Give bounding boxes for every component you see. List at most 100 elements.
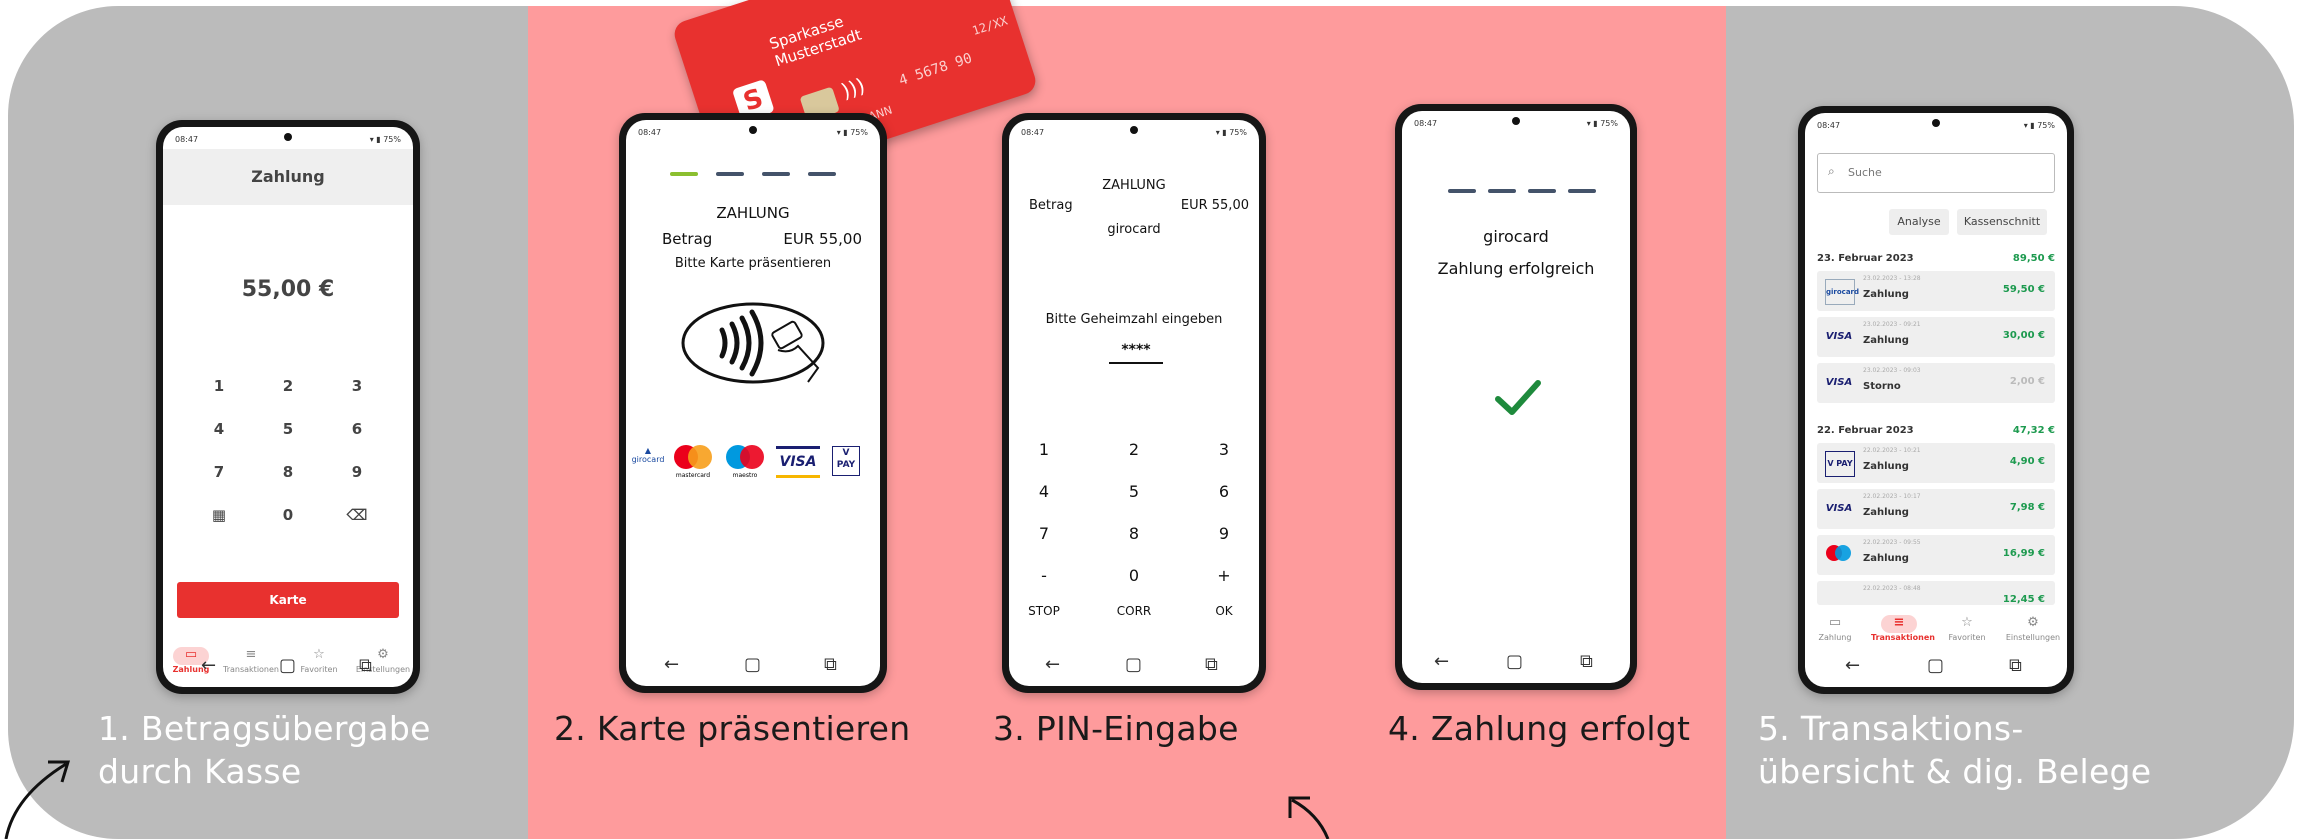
home-icon[interactable]: ▢ (744, 654, 761, 675)
phone-1: 08:47 ▾ ▮ 75% Zahlung 55,00 € 1 2 3 4 5 … (156, 120, 420, 694)
karte-button[interactable]: Karte (177, 582, 399, 618)
key-1[interactable]: 1 (1019, 440, 1069, 459)
search-icon: ⌕ (1828, 164, 1835, 178)
signal-battery-icon: ▾ ▮ 75% (369, 135, 401, 144)
phone-4: 08:47 ▾ ▮ 75% girocard Zahlung erfolgrei… (1395, 104, 1637, 690)
progress-step-1 (1448, 189, 1476, 193)
present-card-instruction: Bitte Karte präsentieren (674, 256, 832, 271)
visa-icon: VISA (1825, 377, 1853, 388)
phone-1-screen: 08:47 ▾ ▮ 75% Zahlung 55,00 € 1 2 3 4 5 … (163, 127, 413, 687)
status-time: 08:47 (638, 128, 662, 137)
stop-button[interactable]: STOP (1019, 604, 1069, 618)
caption-step-4: 4. Zahlung erfolgt (1388, 709, 1691, 748)
backspace-icon[interactable]: ⌫ (337, 506, 377, 524)
home-icon[interactable]: ▢ (279, 655, 296, 676)
status-time: 08:47 (1817, 121, 1841, 130)
status-bar: 08:47 ▾ ▮ 75% (1805, 113, 2067, 135)
camera-icon (1130, 126, 1138, 134)
key-4[interactable]: 4 (1019, 482, 1069, 501)
status-bar: 08:47 ▾ ▮ 75% (163, 127, 413, 149)
transaction-row[interactable]: V PAY 22.02.2023 - 10:21 Zahlung 4,90 € (1817, 443, 2055, 483)
key-5[interactable]: 5 (268, 420, 308, 438)
back-icon[interactable]: ← (1434, 651, 1449, 672)
calculator-icon[interactable]: ▦ (199, 506, 239, 524)
phone-2: 08:47 ▾ ▮ 75% ZAHLUNG Betrag EUR 55,00 B… (619, 113, 887, 693)
home-icon[interactable]: ▢ (1125, 654, 1142, 675)
vpay-icon: V PAY (1825, 451, 1855, 477)
camera-icon (284, 133, 292, 141)
back-icon[interactable]: ← (664, 654, 679, 675)
visa-logo: VISA (776, 446, 820, 478)
checkmark-icon (1495, 380, 1541, 415)
transaction-row[interactable]: VISA 23.02.2023 - 09:21 Zahlung 30,00 € (1817, 317, 2055, 357)
key-8[interactable]: 8 (1109, 524, 1159, 543)
recents-icon[interactable]: ⧉ (824, 654, 837, 675)
signal-battery-icon: ▾ ▮ 75% (836, 128, 868, 137)
key-3[interactable]: 3 (1199, 440, 1249, 459)
key-4[interactable]: 4 (199, 420, 239, 438)
tab-einstellungen[interactable]: ⚙ Einstellungen (2005, 615, 2061, 642)
date-header: 23. Februar 2023 89,50 € (1817, 253, 2055, 264)
key-6[interactable]: 6 (337, 420, 377, 438)
payment-icon: ▭ (1828, 615, 1842, 630)
card-type: girocard (1107, 222, 1161, 237)
transaction-row[interactable]: VISA 23.02.2023 - 09:03 Storno 2,00 € (1817, 363, 2055, 403)
day-total: 47,32 € (2012, 425, 2055, 436)
transaction-row[interactable]: 22.02.2023 - 09:55 Zahlung 16,99 € (1817, 535, 2055, 575)
android-nav-bar: ← ▢ ⧉ (626, 646, 880, 686)
back-icon[interactable]: ← (1845, 655, 1860, 676)
pin-field[interactable]: **** (1109, 342, 1163, 364)
status-bar: 08:47 ▾ ▮ 75% (1402, 111, 1630, 133)
key-6[interactable]: 6 (1199, 482, 1249, 501)
home-icon[interactable]: ▢ (1506, 651, 1523, 672)
tab-zahlung[interactable]: ▭ Zahlung (1807, 615, 1863, 642)
key-7[interactable]: 7 (199, 463, 239, 481)
android-nav-bar: ← ▢ ⧉ (1009, 646, 1259, 686)
android-nav-bar: ← ▢ ⧉ (1402, 643, 1630, 683)
search-input[interactable]: ⌕ Suche (1817, 153, 2055, 193)
transaction-row[interactable]: girocard 23.02.2023 - 13:28 Zahlung 59,5… (1817, 271, 2055, 311)
key-minus[interactable]: - (1019, 566, 1069, 585)
transaction-row[interactable]: VISA 22.02.2023 - 10:17 Zahlung 7,98 € (1817, 489, 2055, 529)
back-icon[interactable]: ← (201, 655, 216, 676)
caption-step-2: 2. Karte präsentieren (554, 709, 911, 748)
key-9[interactable]: 9 (337, 463, 377, 481)
recents-icon[interactable]: ⧉ (1580, 651, 1593, 672)
mastercard-logo: mastercard (672, 445, 714, 479)
recents-icon[interactable]: ⧉ (359, 655, 372, 676)
key-0[interactable]: 0 (1109, 566, 1159, 585)
ok-button[interactable]: OK (1199, 604, 1249, 618)
tab-transaktionen[interactable]: ≡ Transaktionen (1871, 615, 1935, 642)
page-title: Zahlung (163, 149, 413, 205)
analyse-button[interactable]: Analyse (1889, 209, 1949, 235)
key-1[interactable]: 1 (199, 377, 239, 395)
status-time: 08:47 (1414, 119, 1438, 128)
key-7[interactable]: 7 (1019, 524, 1069, 543)
progress-step-3 (762, 172, 790, 176)
key-2[interactable]: 2 (268, 377, 308, 395)
recents-icon[interactable]: ⧉ (1205, 654, 1218, 675)
status-time: 08:47 (1021, 128, 1045, 137)
phone-5: 08:47 ▾ ▮ 75% ⌕ Suche Analyse Kassenschn… (1798, 106, 2074, 694)
home-icon[interactable]: ▢ (1927, 655, 1944, 676)
key-5[interactable]: 5 (1109, 482, 1159, 501)
key-0[interactable]: 0 (268, 506, 308, 524)
status-bar: 08:47 ▾ ▮ 75% (626, 120, 880, 142)
back-icon[interactable]: ← (1045, 654, 1060, 675)
kassenschnitt-button[interactable]: Kassenschnitt (1957, 209, 2047, 235)
corr-button[interactable]: CORR (1109, 604, 1159, 618)
phone-3-screen: 08:47 ▾ ▮ 75% ZAHLUNG Betrag EUR 55,00 g… (1009, 120, 1259, 686)
caption-step-1: 1. Betragsübergabe durch Kasse (98, 709, 431, 791)
transaction-row[interactable]: 22.02.2023 - 08:48 12,45 € (1817, 581, 2055, 605)
key-2[interactable]: 2 (1109, 440, 1159, 459)
key-plus[interactable]: + (1199, 566, 1249, 585)
gear-icon: ⚙ (2027, 615, 2039, 630)
tab-favoriten[interactable]: ☆ Favoriten (1939, 615, 1995, 642)
key-9[interactable]: 9 (1199, 524, 1249, 543)
caption-step-5: 5. Transaktions- übersicht & dig. Belege (1758, 709, 2152, 791)
recents-icon[interactable]: ⧉ (2009, 655, 2022, 676)
phone-3: 08:47 ▾ ▮ 75% ZAHLUNG Betrag EUR 55,00 g… (1002, 113, 1266, 693)
key-8[interactable]: 8 (268, 463, 308, 481)
key-3[interactable]: 3 (337, 377, 377, 395)
android-nav-bar: ← ▢ ⧉ (1805, 647, 2067, 687)
